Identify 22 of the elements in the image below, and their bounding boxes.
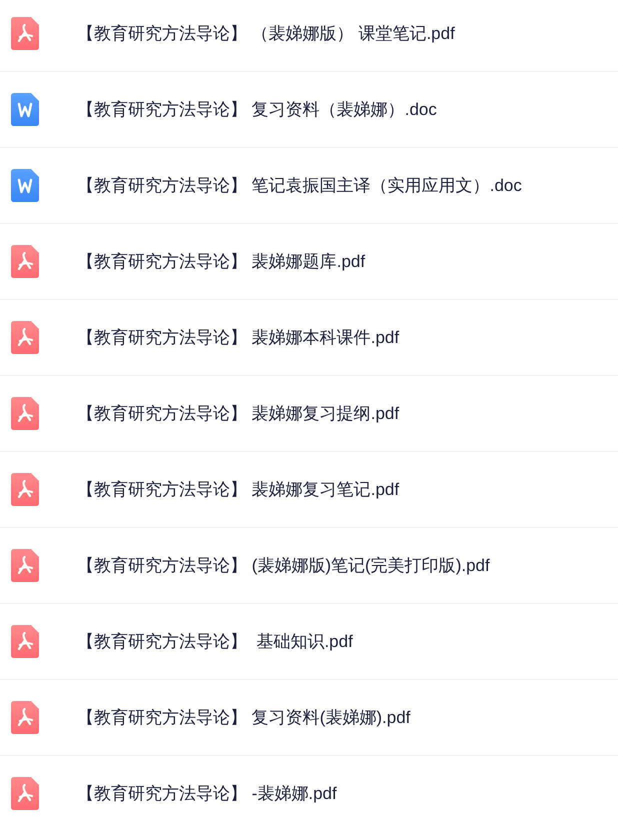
word-file-icon	[11, 93, 39, 126]
pdf-file-icon	[11, 245, 39, 278]
pdf-file-icon	[11, 397, 39, 430]
pdf-file-icon	[11, 473, 39, 506]
file-name-link[interactable]: 【教育研究方法导论】 裴娣娜复习提纲.pdf	[77, 402, 400, 425]
pdf-file-icon	[11, 625, 39, 658]
pdf-file-icon	[11, 701, 39, 734]
file-name-link[interactable]: 【教育研究方法导论】 裴娣娜题库.pdf	[77, 250, 366, 273]
file-name-link[interactable]: 【教育研究方法导论】 -裴娣娜.pdf	[77, 782, 337, 805]
file-name-link[interactable]: 【教育研究方法导论】 复习资料（裴娣娜）.doc	[77, 98, 437, 121]
file-name-link[interactable]: 【教育研究方法导论】 裴娣娜本科课件.pdf	[77, 326, 400, 349]
pdf-file-icon	[11, 17, 39, 50]
pdf-file-icon	[11, 777, 39, 810]
file-name-link[interactable]: 【教育研究方法导论】 笔记袁振国主译（实用应用文）.doc	[77, 174, 522, 197]
word-file-icon	[11, 169, 39, 202]
pdf-file-icon	[11, 321, 39, 354]
file-name-link[interactable]: 【教育研究方法导论】 基础知识.pdf	[77, 630, 353, 653]
file-name-link[interactable]: 【教育研究方法导论】 裴娣娜复习笔记.pdf	[77, 478, 400, 501]
pdf-file-icon	[11, 549, 39, 582]
file-name-link[interactable]: 【教育研究方法导论】 (裴娣娜版)笔记(完美打印版).pdf	[77, 554, 490, 577]
file-name-link[interactable]: 【教育研究方法导论】 （裴娣娜版） 课堂笔记.pdf	[77, 22, 455, 45]
file-name-link[interactable]: 【教育研究方法导论】 复习资料(裴娣娜).pdf	[77, 706, 410, 729]
